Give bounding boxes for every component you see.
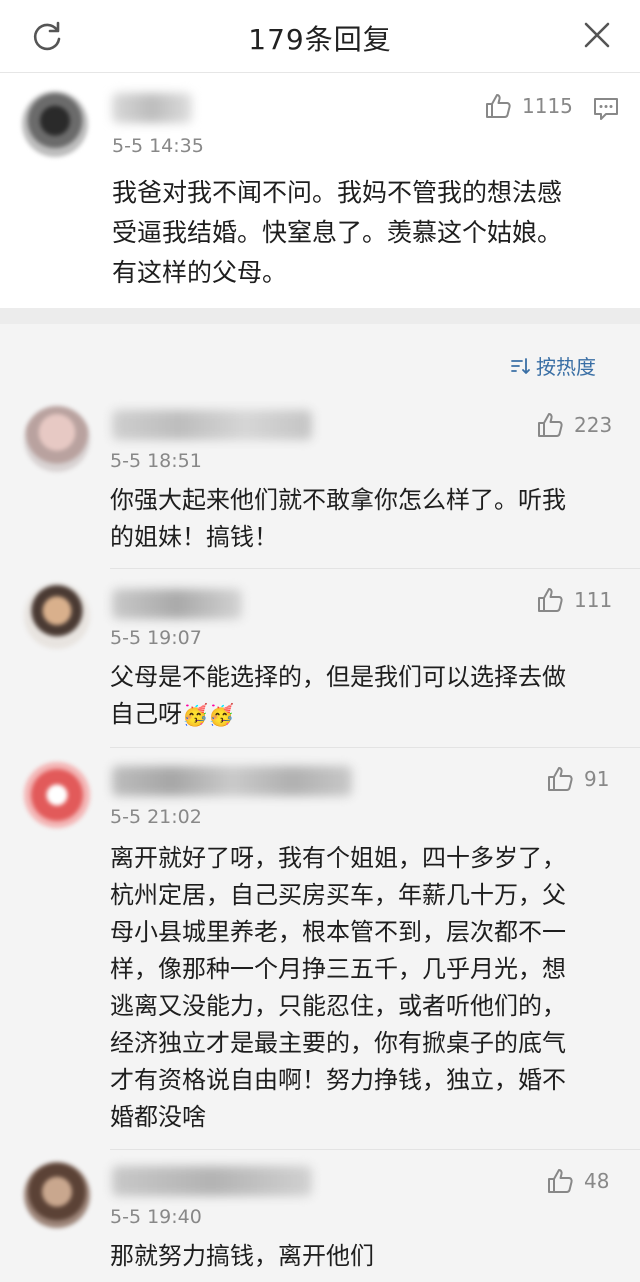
comment-text: 我爸对我不闻不问。我妈不管我的想法感 受逼我结婚。快窒息了。羡慕这个姑娘。 有这… [112, 178, 563, 287]
like-button[interactable]: 111 [536, 585, 612, 615]
comment-text: 那就努力搞钱，离开他们 [110, 1242, 374, 1270]
comment-time: 5-5 14:35 [112, 135, 204, 157]
party-face-emoji: 🥳🥳 [182, 703, 235, 727]
username-blurred[interactable] [112, 589, 242, 619]
comment-text: 离开就好了呀，我有个姐姐，四十多岁了， 杭州定居，自己买房买车，年薪几十万，父 … [110, 844, 566, 1131]
sort-icon [511, 357, 530, 374]
original-comment: 5-5 14:35 1115 我爸对我不闻不问。我妈不管我的想法感 受逼我结婚。… [0, 73, 640, 308]
reply-list: 按热度 223 5-5 18:51 你强大起来他们就不敢拿你怎么样了。听我 的姐… [0, 324, 640, 1282]
thumbs-up-icon [538, 413, 563, 437]
username-blurred[interactable] [112, 410, 312, 440]
avatar[interactable] [24, 583, 90, 649]
like-button[interactable]: 1115 [484, 91, 573, 121]
sort-label: 按热度 [536, 355, 596, 379]
like-count: 91 [584, 767, 610, 791]
top-bar: 179条回复 [0, 0, 640, 73]
avatar[interactable] [22, 91, 88, 157]
like-count: 223 [574, 413, 613, 437]
comment-time: 5-5 19:07 [110, 627, 202, 649]
like-button[interactable]: 223 [536, 410, 612, 440]
section-divider [0, 308, 640, 324]
comment-text: 父母是不能选择的，但是我们可以选择去做 自己呀🥳🥳 [110, 663, 566, 728]
avatar[interactable] [24, 762, 90, 828]
like-count: 111 [574, 588, 613, 612]
like-count: 1115 [522, 94, 573, 118]
like-button[interactable]: 48 [546, 1166, 609, 1196]
comment-time: 5-5 19:40 [110, 1206, 202, 1228]
list-item: 111 5-5 19:07 父母是不能选择的，但是我们可以选择去做 自己呀🥳🥳 [0, 569, 640, 749]
thumbs-up-icon [548, 1169, 573, 1193]
page-title: 179条回复 [248, 23, 392, 56]
username-blurred[interactable] [112, 1166, 312, 1196]
list-item: 48 5-5 19:40 那就努力搞钱，离开他们 [0, 1150, 640, 1282]
list-item: 223 5-5 18:51 你强大起来他们就不敢拿你怎么样了。听我 的姐妹！搞钱… [0, 390, 640, 570]
sort-button[interactable]: 按热度 [510, 351, 596, 380]
comment-icon[interactable] [592, 95, 620, 123]
username-blurred[interactable] [112, 766, 352, 796]
comment-time: 5-5 21:02 [110, 806, 202, 828]
avatar[interactable] [24, 1162, 90, 1228]
comment-text: 你强大起来他们就不敢拿你怎么样了。听我 的姐妹！搞钱！ [110, 486, 566, 551]
like-count: 48 [584, 1169, 610, 1193]
username-blurred[interactable] [112, 93, 192, 123]
like-button[interactable]: 91 [546, 764, 609, 794]
comment-time: 5-5 18:51 [110, 450, 202, 472]
thumbs-up-icon [538, 588, 563, 612]
avatar[interactable] [24, 406, 90, 472]
thumbs-up-icon [548, 767, 573, 791]
thumbs-up-icon [486, 94, 511, 118]
list-item: 91 5-5 21:02 离开就好了呀，我有个姐姐，四十多岁了， 杭州定居，自己… [0, 748, 640, 1148]
close-icon[interactable] [582, 20, 612, 50]
